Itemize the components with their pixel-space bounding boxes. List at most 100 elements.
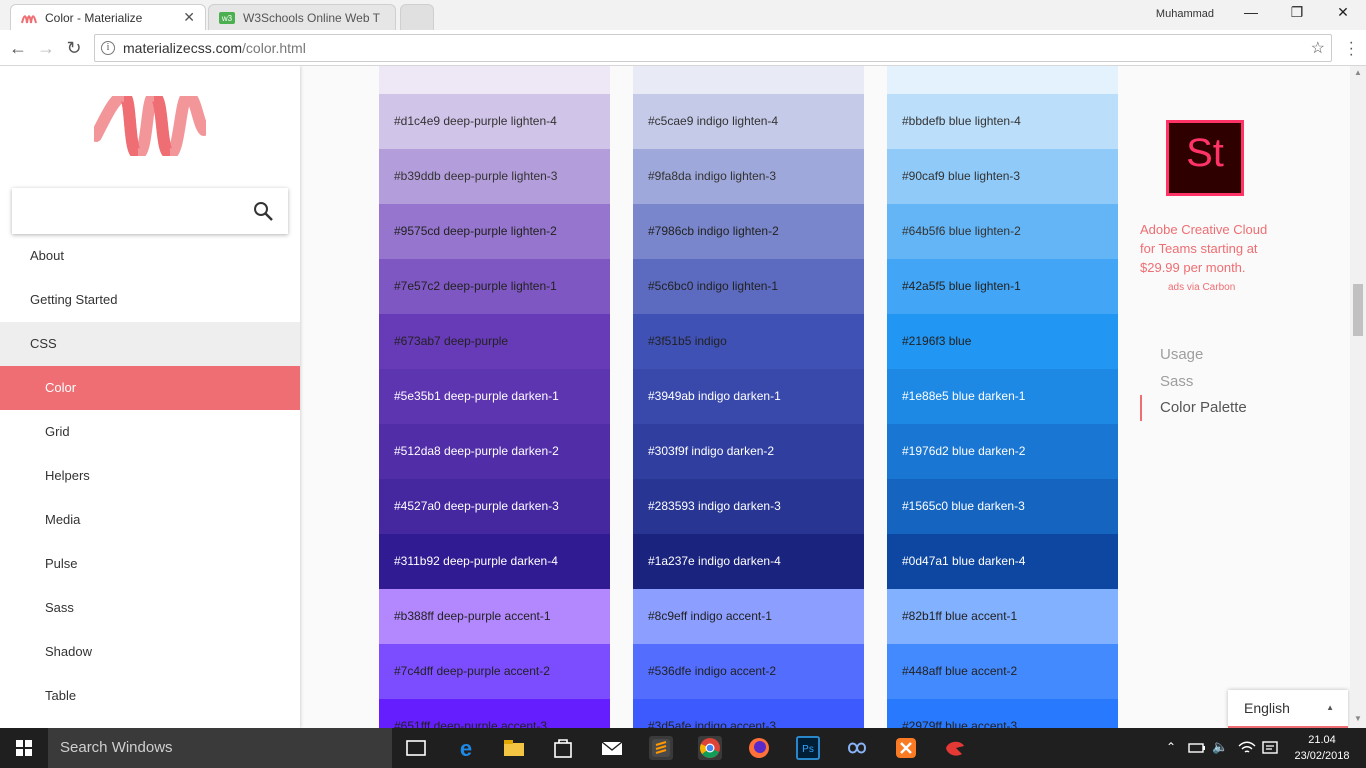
ad-via-link[interactable]: ads via Carbon — [1168, 282, 1235, 293]
color-swatch: #7c4dff deep-purple accent-2 — [379, 644, 610, 699]
tab-title: W3Schools Online Web T — [243, 10, 380, 25]
xampp-icon[interactable] — [894, 736, 918, 760]
action-center-icon[interactable] — [1262, 740, 1278, 756]
color-swatch: #b388ff deep-purple accent-1 — [379, 589, 610, 644]
file-explorer-icon[interactable] — [502, 736, 526, 760]
sidebar-item-getting-started[interactable]: Getting Started — [0, 278, 300, 322]
windows-search-input[interactable]: Search Windows — [48, 728, 392, 768]
infinity-app-icon[interactable] — [845, 736, 869, 760]
sidebar-item-about[interactable]: About — [0, 234, 300, 278]
color-swatch: #673ab7 deep-purple — [379, 314, 610, 369]
sidebar-item-media[interactable]: Media — [0, 498, 300, 542]
reload-icon[interactable]: ↻ — [62, 36, 86, 60]
clock-date: 23/02/2018 — [1294, 750, 1350, 762]
url-field[interactable]: i materializecss.com/color.html ☆ — [94, 34, 1332, 62]
volume-icon[interactable]: 🔈 — [1212, 739, 1228, 755]
store-icon[interactable] — [551, 736, 575, 760]
restore-icon[interactable]: ❐ — [1274, 4, 1320, 24]
close-tab-icon[interactable]: ✕ — [183, 9, 195, 26]
windows-start-icon[interactable] — [0, 728, 48, 768]
color-swatch: #d1c4e9 deep-purple lighten-4 — [379, 94, 610, 149]
close-window-icon[interactable]: ✕ — [1320, 4, 1366, 24]
tab-w3schools[interactable]: w3 W3Schools Online Web T — [208, 4, 396, 30]
task-view-icon[interactable] — [404, 736, 428, 760]
language-select[interactable]: English ▲ — [1228, 690, 1348, 728]
svg-text:e: e — [460, 736, 472, 760]
color-swatch: #64b5f6 blue lighten-2 — [887, 204, 1118, 259]
minimize-icon[interactable]: — — [1228, 4, 1274, 24]
firefox-icon[interactable] — [747, 736, 771, 760]
sidebar-item-pulse[interactable]: Pulse — [0, 542, 300, 586]
color-swatch: #9575cd deep-purple lighten-2 — [379, 204, 610, 259]
sidebar-item-grid[interactable]: Grid — [0, 410, 300, 454]
side-nav: About Getting Started CSS Color Grid Hel… — [0, 66, 300, 728]
forward-arrow-icon[interactable]: → — [34, 36, 58, 60]
sublime-text-icon[interactable] — [649, 736, 673, 760]
sidebar-item-table[interactable]: Table — [0, 674, 300, 718]
address-bar-row: ← → ↻ i materializecss.com/color.html ☆ … — [0, 30, 1366, 66]
taskbar-clock[interactable]: 21.04 23/02/2018 — [1292, 732, 1352, 764]
color-swatch: #0d47a1 blue darken-4 — [887, 534, 1118, 589]
color-swatch: #7986cb indigo lighten-2 — [633, 204, 864, 259]
url-path: /color.html — [242, 40, 306, 56]
sidebar-item-css[interactable]: CSS — [0, 322, 300, 366]
color-swatch: #8c9eff indigo accent-1 — [633, 589, 864, 644]
sidebar-search-input[interactable] — [12, 188, 288, 234]
chevron-up-icon[interactable]: ⌃ — [1166, 740, 1176, 754]
browser-menu-icon[interactable]: · · · — [1349, 35, 1354, 63]
photoshop-icon[interactable]: Ps — [796, 736, 820, 760]
wifi-icon[interactable] — [1238, 740, 1256, 756]
toc-item-sass[interactable]: Sass — [1140, 369, 1193, 395]
scroll-down-icon[interactable]: ▼ — [1354, 714, 1362, 723]
svg-text:Ps: Ps — [802, 744, 814, 755]
mail-icon[interactable] — [600, 736, 624, 760]
back-arrow-icon[interactable]: ← — [6, 36, 30, 60]
sidebar-item-color[interactable]: Color — [0, 366, 300, 410]
profile-name[interactable]: Muhammad — [1156, 8, 1214, 20]
color-swatch: #e3f2fd blue lighten-5 — [887, 66, 1118, 94]
toc-item-usage[interactable]: Usage — [1140, 342, 1203, 368]
sidebar-item-sass[interactable]: Sass — [0, 586, 300, 630]
bookmark-star-icon[interactable]: ☆ — [1311, 38, 1325, 58]
adobe-stock-logo[interactable]: St — [1166, 120, 1244, 196]
language-selected: English — [1244, 700, 1290, 716]
color-swatch: #651fff deep-purple accent-3 — [379, 699, 610, 728]
info-icon[interactable]: i — [101, 41, 115, 55]
w3schools-favicon: w3 — [219, 11, 235, 24]
sidebar-item-helpers[interactable]: Helpers — [0, 454, 300, 498]
color-swatch: #2196f3 blue — [887, 314, 1118, 369]
search-icon[interactable] — [252, 200, 274, 222]
clock-time: 21.04 — [1308, 734, 1336, 746]
browser-tab-bar: Color - Materialize ✕ w3 W3Schools Onlin… — [0, 0, 1366, 30]
toc-item-color-palette[interactable]: Color Palette — [1140, 395, 1247, 421]
color-swatch: #2979ff blue accent-3 — [887, 699, 1118, 728]
color-swatch: #4527a0 deep-purple darken-3 — [379, 479, 610, 534]
edge-icon[interactable]: e — [454, 736, 478, 760]
svg-text:w3: w3 — [221, 14, 233, 23]
color-swatch: #512da8 deep-purple darken-2 — [379, 424, 610, 479]
chrome-icon[interactable] — [698, 736, 722, 760]
web-page: About Getting Started CSS Color Grid Hel… — [0, 66, 1366, 728]
materialize-favicon — [21, 14, 37, 23]
windows-taskbar: Search Windows e Ps ⌃ 🔈 21.04 23/02/2018 — [0, 728, 1366, 768]
color-swatch: #5e35b1 deep-purple darken-1 — [379, 369, 610, 424]
battery-icon[interactable] — [1188, 740, 1206, 756]
color-swatch: #90caf9 blue lighten-3 — [887, 149, 1118, 204]
materialize-logo[interactable] — [94, 96, 206, 156]
url-host: materializecss.com — [123, 40, 243, 56]
new-tab-button[interactable] — [400, 4, 434, 30]
scrollbar-thumb[interactable] — [1353, 284, 1363, 336]
color-swatch: #9fa8da indigo lighten-3 — [633, 149, 864, 204]
color-swatch: #c5cae9 indigo lighten-4 — [633, 94, 864, 149]
color-swatch: #1565c0 blue darken-3 — [887, 479, 1118, 534]
tab-title: Color - Materialize — [45, 10, 143, 25]
color-swatch: #536dfe indigo accent-2 — [633, 644, 864, 699]
garena-icon[interactable] — [943, 736, 967, 760]
scroll-up-icon[interactable]: ▲ — [1354, 68, 1362, 77]
color-swatch: #5c6bc0 indigo lighten-1 — [633, 259, 864, 314]
sidebar-item-shadow[interactable]: Shadow — [0, 630, 300, 674]
color-swatch: #448aff blue accent-2 — [887, 644, 1118, 699]
ad-text[interactable]: Adobe Creative Cloud for Teams starting … — [1140, 220, 1280, 277]
page-scrollbar[interactable]: ▲ ▼ — [1350, 66, 1366, 728]
tab-materialize[interactable]: Color - Materialize ✕ — [10, 4, 206, 30]
